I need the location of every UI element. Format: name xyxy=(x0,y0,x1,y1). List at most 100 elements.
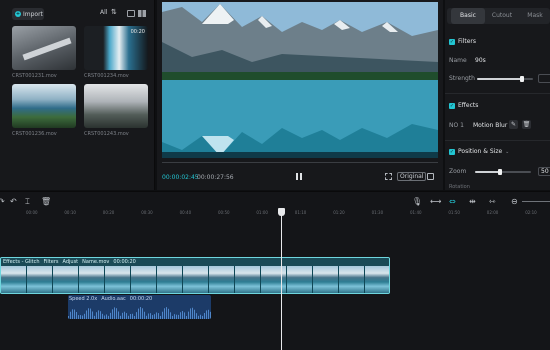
media-thumbnail-1[interactable] xyxy=(12,26,76,70)
waveform-bar xyxy=(82,315,83,319)
waveform-bar xyxy=(156,312,157,319)
strength-slider-handle[interactable] xyxy=(519,76,524,82)
audio-clip[interactable]: Speed 2.0x Audio.aac 00:00:20 xyxy=(68,295,211,319)
media-thumbnail-3[interactable] xyxy=(12,84,76,128)
redo-icon[interactable]: ↷ xyxy=(0,196,5,208)
waveform-bar xyxy=(130,313,131,319)
microphone-icon[interactable]: 🎙 xyxy=(412,196,422,208)
ruler-tick-label: 00:20 xyxy=(102,210,115,215)
playback-progress-track[interactable] xyxy=(162,162,438,163)
clip-frame-thumbnail xyxy=(53,266,79,293)
clip-tag: Adjust xyxy=(62,259,79,265)
ruler-tick-label: 00:00 xyxy=(26,210,38,215)
import-label: Import xyxy=(23,10,43,18)
ruler-tick-label: 01:20 xyxy=(333,210,345,215)
waveform-bar xyxy=(162,311,163,319)
ruler-tick-label: 02:10 xyxy=(525,210,537,215)
media-label-2: CRST001234.mov xyxy=(84,73,129,79)
waveform-bar xyxy=(100,311,101,319)
edit-icon[interactable]: ✎ xyxy=(509,120,518,129)
tab-mask[interactable]: Mask xyxy=(521,8,549,24)
waveform-bar xyxy=(120,315,121,319)
ruler-tick-label: 01:00 xyxy=(256,210,268,215)
chevron-down-icon[interactable]: ⌄ xyxy=(505,149,509,155)
tab-cutout[interactable]: Cutout xyxy=(487,8,517,24)
ruler-tick-label: 00:40 xyxy=(179,210,192,215)
delete-icon[interactable]: 🗑 xyxy=(41,196,51,208)
fullscreen-icon[interactable] xyxy=(427,173,434,180)
waveform-bar xyxy=(88,308,89,319)
time-ruler[interactable]: 00:00 00:10 00:20 00:30 00:40 00:50 01:00 01:10… xyxy=(0,210,550,220)
ruler-tick-label: 00:10 xyxy=(64,210,76,215)
media-thumbnail-4[interactable] xyxy=(84,84,148,128)
checkbox-icon[interactable]: ✓ xyxy=(449,148,455,155)
undo-icon[interactable]: ↶ xyxy=(10,196,17,208)
pause-button[interactable] xyxy=(296,173,302,180)
waveform-bar xyxy=(118,311,119,319)
waveform-bar xyxy=(90,308,91,319)
crop-icon[interactable] xyxy=(385,173,392,180)
mountain-lake-image xyxy=(162,2,438,158)
thumbnail-image xyxy=(22,37,72,61)
waveform-bar xyxy=(72,309,73,319)
strength-value-field[interactable] xyxy=(538,74,550,83)
waveform-bar xyxy=(148,313,149,319)
media-label-3: CRST001236.mov xyxy=(12,131,57,137)
magnet-icon[interactable]: ⇔ xyxy=(449,196,456,208)
delete-icon[interactable]: 🗑 xyxy=(522,120,531,129)
playhead-handle[interactable] xyxy=(278,208,285,216)
divider xyxy=(445,140,550,141)
waveform-bar xyxy=(78,315,79,319)
split-icon[interactable]: ⌶ xyxy=(25,196,30,208)
position-size-section-header[interactable]: ✓ Position & Size ⌄ xyxy=(449,148,509,155)
waveform-bar xyxy=(206,310,207,319)
import-button[interactable]: + Import xyxy=(12,8,44,20)
waveform-bar xyxy=(92,311,93,319)
effect-number: NO 1 xyxy=(449,122,464,129)
video-clip[interactable]: Effects - Glitch Filters Adjust Name.mov 00:… xyxy=(0,257,390,294)
checkbox-icon[interactable]: ✓ xyxy=(449,38,455,45)
zoom-slider-handle[interactable] xyxy=(498,169,503,175)
tab-basic[interactable]: Basic xyxy=(451,8,485,24)
effects-section-header[interactable]: ✓ Effects xyxy=(449,102,478,109)
filters-title: Filters xyxy=(458,38,476,45)
zoom-out-icon[interactable]: ⊖ xyxy=(511,196,518,208)
playhead-line[interactable] xyxy=(281,210,282,350)
video-preview[interactable] xyxy=(162,2,438,158)
filter-all-dropdown[interactable]: All xyxy=(100,9,107,16)
media-label-1: CRST001231.mov xyxy=(12,73,57,79)
clip-frame-thumbnail xyxy=(287,266,313,293)
waveform-bar xyxy=(144,311,145,319)
zoom-slider[interactable] xyxy=(475,169,531,175)
waveform-bar xyxy=(154,314,155,319)
clip-frame-thumbnail xyxy=(261,266,287,293)
clip-frame-thumbnail xyxy=(105,266,131,293)
ruler-tick-label: 01:10 xyxy=(294,210,307,215)
media-panel: + Import All ⇅ CRST001231.mov 00:20 CRST… xyxy=(0,0,155,190)
preview-axis-icon[interactable]: ⇿ xyxy=(489,196,496,208)
grid-view-icon[interactable] xyxy=(138,10,146,17)
clip-frame-thumbnail xyxy=(339,266,365,293)
inspector-panel: Basic Cutout Mask ✓ Filters Name 90s Str… xyxy=(445,0,550,190)
snap-icon[interactable]: ⇹ xyxy=(469,196,476,208)
waveform-bar xyxy=(76,312,77,319)
zoom-value-field[interactable]: 50 xyxy=(538,167,550,176)
strength-slider[interactable] xyxy=(477,76,533,82)
waveform-bar xyxy=(102,313,103,319)
waveform-bar xyxy=(174,314,175,319)
aspect-ratio-button[interactable]: Original xyxy=(397,172,427,181)
waveform-bar xyxy=(68,316,69,319)
inspector-tabs: Basic Cutout Mask xyxy=(447,8,550,24)
filters-section-header[interactable]: ✓ Filters xyxy=(449,38,476,45)
sort-icon[interactable]: ⇅ xyxy=(111,8,117,16)
timeline-zoom-slider[interactable] xyxy=(522,201,550,202)
media-thumbnail-2[interactable]: 00:20 xyxy=(84,26,148,70)
checkbox-icon[interactable]: ✓ xyxy=(449,102,455,109)
waveform-bar xyxy=(106,314,107,319)
waveform-bar xyxy=(126,313,127,319)
list-view-icon[interactable] xyxy=(127,10,135,17)
link-icon[interactable]: ⟷ xyxy=(430,196,441,208)
waveform-bar xyxy=(180,312,181,319)
position-size-title: Position & Size xyxy=(458,148,503,155)
strength-label: Strength xyxy=(449,75,475,82)
